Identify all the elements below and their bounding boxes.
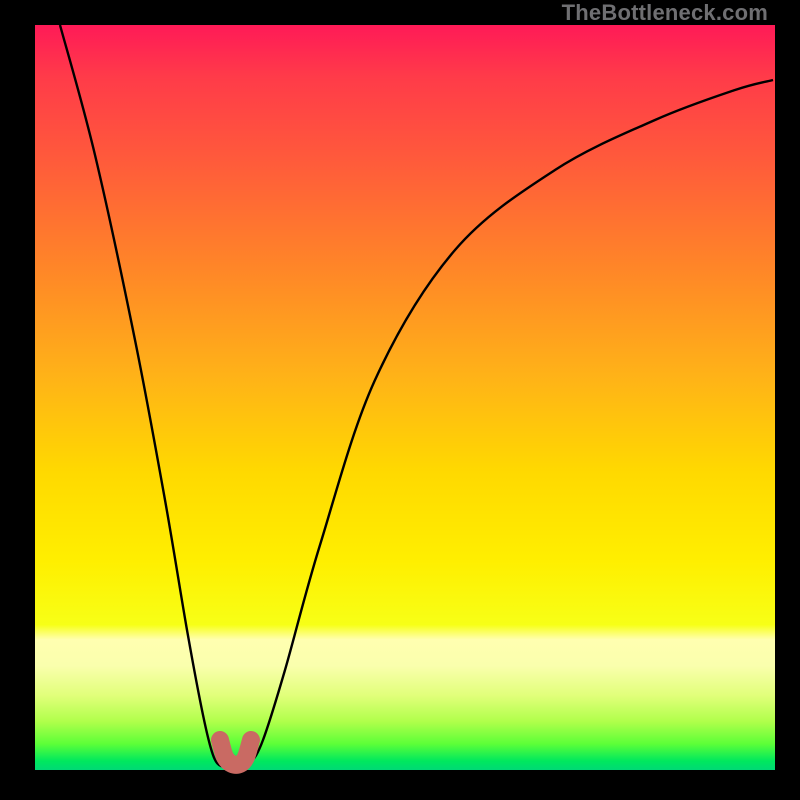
bottleneck-stub	[220, 740, 251, 765]
right-curve	[245, 80, 773, 761]
watermark-text: TheBottleneck.com	[562, 0, 768, 26]
curves-layer	[35, 25, 775, 770]
left-curve	[60, 25, 229, 766]
